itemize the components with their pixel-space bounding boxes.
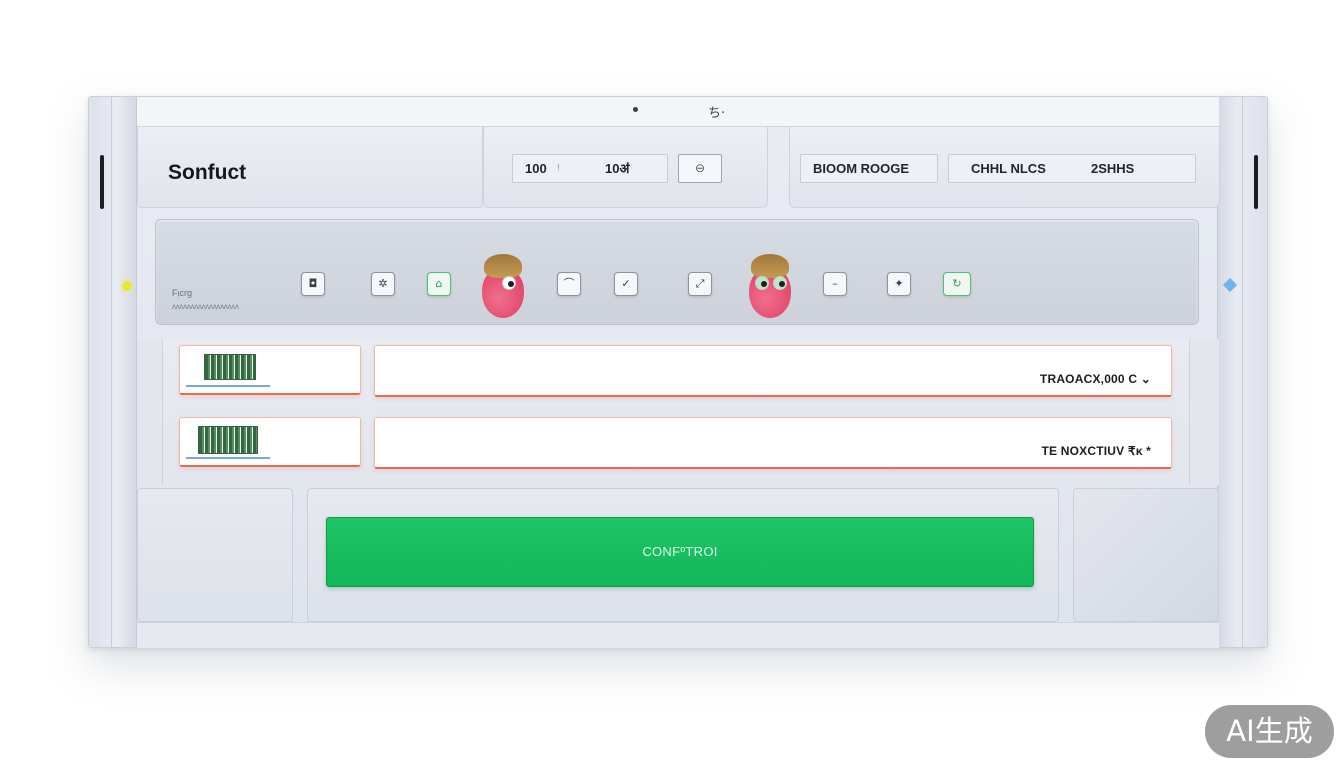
device-window: ち· Sonfuct 100 ! 10ॳ ⊖ BIOOM ROOGE CHHL …	[88, 96, 1268, 648]
mascot-eye	[755, 276, 769, 290]
left-handle[interactable]	[100, 155, 104, 209]
minus-circle-icon: ⊖	[694, 161, 706, 175]
row-thumbnail[interactable]	[179, 417, 361, 467]
list-gutter-left	[137, 339, 163, 485]
right-rail	[1217, 97, 1267, 647]
list-area: TRAOACX,000 C ⌄ TE NOXCTIUV ₹ᴋ *	[137, 339, 1219, 485]
tool-button-8[interactable]: ✦	[887, 272, 911, 296]
mode-panel: BIOOM ROOGE CHHL NLCS 2SHHS	[789, 127, 1220, 208]
camera-dot-icon	[633, 107, 638, 112]
stage: ち· Sonfuct 100 ! 10ॳ ⊖ BIOOM ROOGE CHHL …	[0, 0, 1344, 768]
mascot-left-icon[interactable]	[482, 254, 524, 320]
bottom-left-panel	[137, 488, 293, 622]
row-field[interactable]: TE NOXCTIUV ₹ᴋ *	[374, 417, 1172, 469]
control-label: Fᴉcrg	[172, 288, 192, 298]
status-led-yellow	[122, 281, 132, 291]
channel-field[interactable]: CHHL NLCS 2SHHS	[948, 154, 1196, 183]
row-value: TRAOACX,000 C ⌄	[1039, 372, 1151, 386]
tool-button-6[interactable]: ⤢	[688, 272, 712, 296]
channel-label: CHHL NLCS	[971, 161, 1046, 176]
tool-button-1[interactable]: ◘	[301, 272, 325, 296]
thumbnail-underline	[186, 385, 270, 387]
zoom-value-b: 10ॳ	[605, 161, 630, 176]
zoom-separator: !	[557, 163, 560, 174]
zoom-field[interactable]: 100 ! 10ॳ	[512, 154, 668, 183]
tool-button-2[interactable]: ✲	[371, 272, 395, 296]
rail-divider	[1242, 97, 1243, 647]
channel-value: 2SHHS	[1091, 161, 1135, 176]
row-field[interactable]: TRAOACX,000 C ⌄	[374, 345, 1172, 397]
mascot-eye	[502, 276, 516, 290]
zoom-value-a: 100	[525, 161, 547, 176]
tool-button-7[interactable]: –	[823, 272, 847, 296]
mascot-right-icon[interactable]	[749, 254, 791, 320]
tool-button-3[interactable]: ⌂	[427, 272, 451, 296]
zoom-panel: 100 ! 10ॳ ⊖	[483, 127, 768, 208]
footer-strip	[137, 622, 1219, 648]
status-led-blue	[1222, 277, 1238, 293]
mascot-eye	[773, 276, 787, 290]
app-title: Sonfuct	[168, 161, 247, 184]
row-thumbnail[interactable]	[179, 345, 361, 395]
mascot-hair	[751, 254, 789, 278]
confirm-button[interactable]: CONFºTROI	[326, 517, 1034, 587]
title-panel: Sonfuct	[137, 127, 483, 208]
thumbnail-image	[204, 354, 256, 380]
ai-generated-watermark: AI生成	[1205, 705, 1334, 758]
mascot-hair	[484, 254, 522, 278]
list-gutter-right	[1189, 339, 1219, 485]
left-rail	[89, 97, 137, 647]
mode-select[interactable]: BIOOM ROOGE	[800, 154, 938, 183]
title-strip: ち·	[137, 97, 1219, 127]
bottom-right-panel	[1073, 488, 1219, 622]
row-value: TE NOXCTIUV ₹ᴋ *	[1041, 444, 1151, 458]
tool-button-9[interactable]: ↻	[943, 272, 971, 296]
right-handle[interactable]	[1254, 155, 1258, 209]
bottom-action-panel: CONFºTROI	[307, 488, 1059, 622]
thumbnail-image	[198, 426, 258, 454]
top-glyph: ち·	[708, 106, 726, 121]
rail-divider	[111, 97, 112, 647]
tool-button-5[interactable]: ✓	[614, 272, 638, 296]
control-sublabel: ʌʌʌʌʌʌʌʌʌʌʌʌʌʌʌʌʌʌ	[172, 302, 239, 311]
control-strip: Fᴉcrg ʌʌʌʌʌʌʌʌʌʌʌʌʌʌʌʌʌʌ ◘ ✲ ⌂ ⌒ ✓ ⤢ – ✦…	[155, 219, 1199, 325]
tool-button-4[interactable]: ⌒	[557, 272, 581, 296]
zoom-toggle-button[interactable]: ⊖	[678, 154, 722, 183]
thumbnail-underline	[186, 457, 270, 459]
